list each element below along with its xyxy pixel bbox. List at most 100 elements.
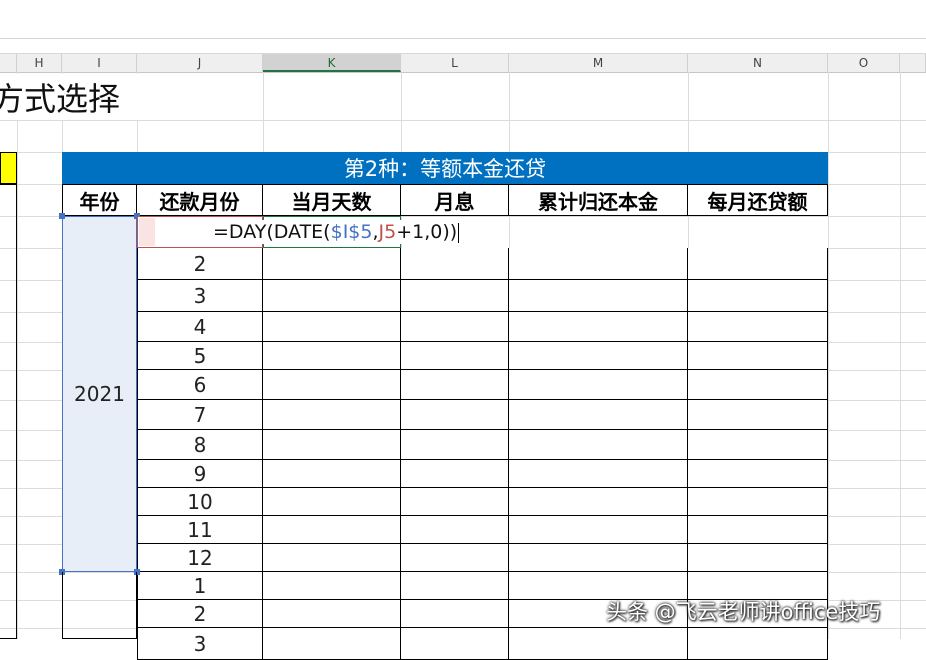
- table-cell[interactable]: [263, 600, 401, 628]
- column-header-m[interactable]: M: [509, 54, 688, 72]
- table-cell[interactable]: [509, 516, 688, 544]
- formula-ref-j5: J5: [378, 221, 397, 243]
- table-cell[interactable]: [263, 400, 401, 430]
- ref-shading: [139, 218, 155, 246]
- table-cell[interactable]: [263, 544, 401, 572]
- left-table-edge: [0, 184, 17, 639]
- column-header-k[interactable]: K: [263, 54, 401, 72]
- month-cell[interactable]: 8: [137, 430, 263, 460]
- section-title: 方式选择: [0, 74, 142, 120]
- table-cell[interactable]: [401, 572, 509, 600]
- month-cell[interactable]: 3: [137, 628, 263, 660]
- column-header-partial[interactable]: [0, 54, 17, 72]
- watermark-text: 头条 @飞云老师讲office技巧: [606, 600, 881, 624]
- table-cell[interactable]: [509, 280, 688, 312]
- month-cell[interactable]: 2: [137, 600, 263, 628]
- table-cell[interactable]: [688, 248, 828, 280]
- month-cell[interactable]: 11: [137, 516, 263, 544]
- column-header-n[interactable]: N: [688, 54, 828, 72]
- table-cell[interactable]: [263, 430, 401, 460]
- column-header-i[interactable]: I: [62, 54, 137, 72]
- table-cell[interactable]: [401, 600, 509, 628]
- table-cell[interactable]: [401, 400, 509, 430]
- table-cell[interactable]: [688, 488, 828, 516]
- table-cell[interactable]: [401, 516, 509, 544]
- table-cell[interactable]: [263, 628, 401, 660]
- table-cell[interactable]: [509, 460, 688, 488]
- table-cell[interactable]: [509, 248, 688, 280]
- table-cell[interactable]: [688, 400, 828, 430]
- table-cell[interactable]: [509, 430, 688, 460]
- year-cell[interactable]: 2021: [62, 216, 137, 572]
- table-cell[interactable]: [263, 312, 401, 342]
- header-days[interactable]: 当月天数: [263, 184, 401, 216]
- table-cell[interactable]: [688, 370, 828, 400]
- table-cell[interactable]: [401, 544, 509, 572]
- table-cell[interactable]: [263, 460, 401, 488]
- table-cell[interactable]: [688, 516, 828, 544]
- table-cell[interactable]: [509, 400, 688, 430]
- table-cell[interactable]: [263, 342, 401, 370]
- column-header-partial-right[interactable]: [900, 54, 926, 72]
- column-header-row: H I J K L M N O: [0, 53, 926, 73]
- formula-ref-i5: $I$5: [330, 221, 373, 243]
- month-cell[interactable]: 2: [137, 248, 263, 280]
- month-cell[interactable]: 3: [137, 280, 263, 312]
- table-cell[interactable]: [688, 460, 828, 488]
- table-cell[interactable]: [509, 628, 688, 660]
- month-cell[interactable]: 1: [137, 572, 263, 600]
- table-cell[interactable]: [509, 370, 688, 400]
- table-cell[interactable]: [401, 460, 509, 488]
- column-header-l[interactable]: L: [401, 54, 509, 72]
- worksheet[interactable]: 方式选择 第2种：等额本金还贷 年份 还款月份 当月天数 月息 累计归还本金 每…: [0, 72, 926, 660]
- table-cell[interactable]: [688, 342, 828, 370]
- column-header-h[interactable]: H: [17, 54, 62, 72]
- table-cell[interactable]: [688, 312, 828, 342]
- table-cell[interactable]: [401, 342, 509, 370]
- formula-prefix: =DAY(DATE(: [213, 221, 331, 243]
- table-cell[interactable]: [401, 312, 509, 342]
- table-cell[interactable]: [509, 544, 688, 572]
- column-header-o[interactable]: O: [828, 54, 900, 72]
- year-cell-empty[interactable]: [62, 572, 137, 639]
- header-month[interactable]: 还款月份: [137, 184, 263, 216]
- header-interest[interactable]: 月息: [401, 184, 509, 216]
- table-cell[interactable]: [263, 516, 401, 544]
- table-cell[interactable]: [688, 628, 828, 660]
- range-handle[interactable]: [59, 213, 65, 219]
- table-cell[interactable]: [401, 248, 509, 280]
- yellow-cell[interactable]: [0, 152, 17, 184]
- table-cell[interactable]: [401, 370, 509, 400]
- table-cell[interactable]: [263, 370, 401, 400]
- table-cell[interactable]: [263, 488, 401, 516]
- month-cell[interactable]: 4: [137, 312, 263, 342]
- table-cell[interactable]: [509, 312, 688, 342]
- month-cell[interactable]: 12: [137, 544, 263, 572]
- month-cell[interactable]: 10: [137, 488, 263, 516]
- column-header-j[interactable]: J: [137, 54, 263, 72]
- text-cursor: [458, 222, 460, 243]
- table-cell[interactable]: [263, 248, 401, 280]
- table-cell[interactable]: [401, 488, 509, 516]
- month-cell[interactable]: 5: [137, 342, 263, 370]
- table-cell[interactable]: [401, 430, 509, 460]
- ribbon-area: [0, 0, 926, 39]
- table-cell[interactable]: [401, 280, 509, 312]
- header-year[interactable]: 年份: [62, 184, 137, 216]
- formula-editor[interactable]: =DAY(DATE($I$5,J5+1,0)): [213, 220, 462, 244]
- table-cell[interactable]: [509, 488, 688, 516]
- table-cell[interactable]: [688, 280, 828, 312]
- month-cell[interactable]: 6: [137, 370, 263, 400]
- month-cell[interactable]: 9: [137, 460, 263, 488]
- table-banner[interactable]: 第2种：等额本金还贷: [62, 152, 828, 184]
- table-cell[interactable]: [263, 280, 401, 312]
- table-cell[interactable]: [688, 544, 828, 572]
- table-cell[interactable]: [509, 342, 688, 370]
- header-principal[interactable]: 累计归还本金: [509, 184, 688, 216]
- table-cell[interactable]: [263, 572, 401, 600]
- formula-close: ): [449, 221, 458, 243]
- table-cell[interactable]: [688, 430, 828, 460]
- header-payment[interactable]: 每月还贷额: [688, 184, 828, 216]
- month-cell[interactable]: 7: [137, 400, 263, 430]
- table-cell[interactable]: [401, 628, 509, 660]
